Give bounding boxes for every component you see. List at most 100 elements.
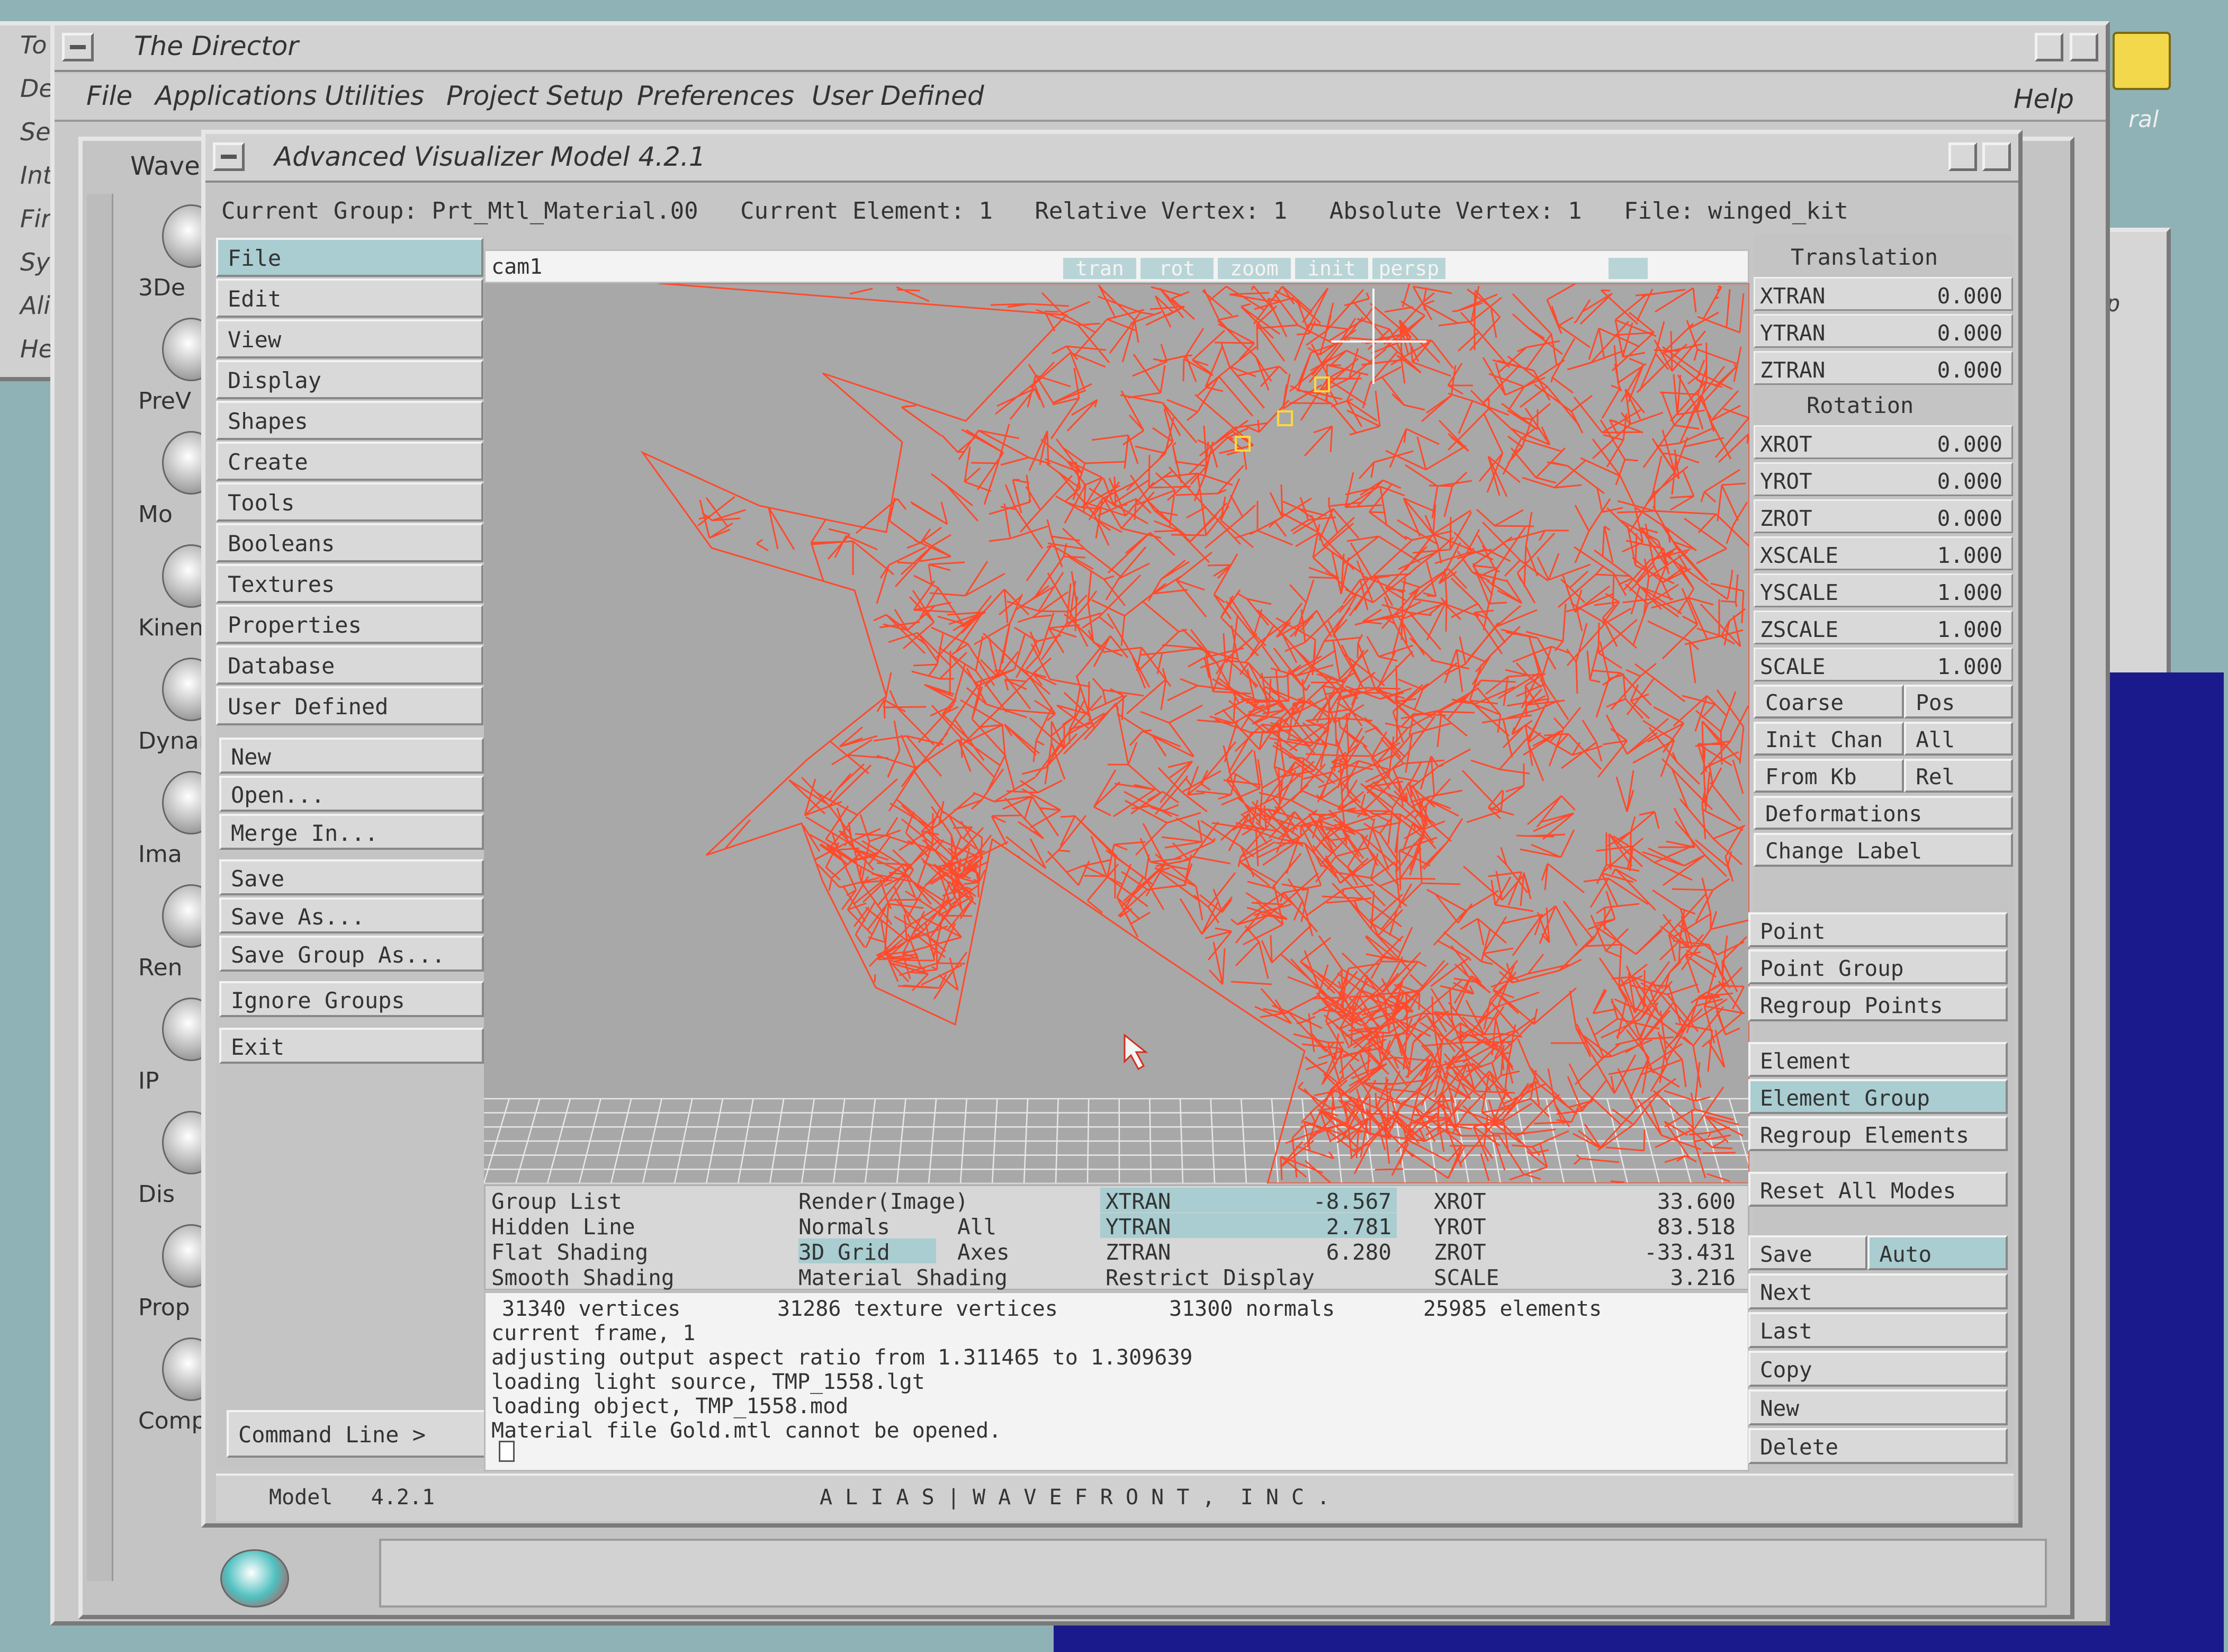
left-window-item[interactable]: Ali — [20, 291, 50, 320]
left-window-item[interactable]: Se — [20, 118, 51, 146]
view-value[interactable]: 6.280 — [1243, 1238, 1391, 1263]
mode-reset-all-modes[interactable]: Reset All Modes — [1748, 1172, 2008, 1207]
left-menu-textures[interactable]: Textures — [216, 564, 483, 603]
window-menu-button[interactable] — [62, 33, 94, 61]
transform-value[interactable]: 0.000 — [1859, 430, 2002, 455]
action-copy[interactable]: Copy — [1748, 1351, 2008, 1387]
display-option-material-shading[interactable]: Material Shading — [798, 1264, 1008, 1289]
menu-file[interactable]: File — [86, 80, 132, 111]
avm-window-menu-button[interactable] — [213, 142, 245, 171]
view-value[interactable]: -8.567 — [1243, 1188, 1391, 1213]
minimize-button[interactable] — [2035, 33, 2063, 61]
view-field-scale[interactable]: SCALE — [1434, 1264, 1499, 1289]
view-field-restrict-display[interactable]: Restrict Display — [1100, 1264, 1397, 1289]
auto-button[interactable]: Auto — [1867, 1235, 2008, 1270]
view-field-xrot[interactable]: XROT — [1434, 1188, 1486, 1213]
camera-tab-rot[interactable]: rot — [1140, 258, 1214, 279]
mode-regroup-points[interactable]: Regroup Points — [1748, 986, 2008, 1021]
transform-value[interactable]: 1.000 — [1859, 653, 2002, 678]
left-menu-booleans[interactable]: Booleans — [216, 523, 483, 562]
transform-value[interactable]: 0.000 — [1859, 319, 2002, 344]
file-menu-new[interactable]: New — [219, 738, 484, 774]
coarse-button[interactable]: Coarse — [1754, 685, 1904, 719]
menu-help[interactable]: Help — [2014, 84, 2074, 114]
file-menu-save[interactable]: Save — [219, 859, 484, 895]
display-option-group-list[interactable]: Group List — [491, 1188, 622, 1213]
mode-regroup-elements[interactable]: Regroup Elements — [1748, 1116, 2008, 1151]
left-window-item[interactable]: De — [20, 74, 54, 103]
command-line-button[interactable]: Command Line > — [227, 1410, 486, 1458]
viewport[interactable] — [484, 283, 1749, 1183]
action-last[interactable]: Last — [1748, 1312, 2008, 1348]
view-value[interactable]: 83.518 — [1550, 1213, 1736, 1238]
from-kb-button[interactable]: From Kb — [1754, 759, 1904, 793]
left-menu-tools[interactable]: Tools — [216, 482, 483, 522]
maximize-button[interactable] — [2070, 33, 2098, 61]
mode-point-group[interactable]: Point Group — [1748, 949, 2008, 984]
mode-point[interactable]: Point — [1748, 912, 2008, 947]
file-menu-ignore-groups[interactable]: Ignore Groups — [219, 981, 484, 1017]
avm-maximize-button[interactable] — [1982, 142, 2011, 171]
view-value[interactable]: 3.216 — [1550, 1264, 1736, 1289]
left-menu-view[interactable]: View — [216, 319, 483, 358]
left-menu-file[interactable]: File — [216, 238, 483, 277]
view-field-zrot[interactable]: ZROT — [1434, 1238, 1486, 1263]
display-option-axes[interactable]: Axes — [957, 1238, 1010, 1263]
left-window-item[interactable]: Fir — [20, 204, 51, 233]
menu-preferences[interactable]: Preferences — [637, 80, 794, 111]
menu-project-setup[interactable]: Project Setup — [446, 80, 623, 111]
left-menu-properties[interactable]: Properties — [216, 605, 483, 644]
pos-button[interactable]: Pos — [1904, 685, 2013, 719]
display-option-3d-grid[interactable]: 3D Grid — [798, 1238, 936, 1263]
camera-layout-tab[interactable] — [1609, 258, 1648, 279]
init-all-button[interactable]: All — [1904, 722, 2013, 756]
camera-tab-tran[interactable]: tran — [1063, 258, 1136, 279]
action-new[interactable]: New — [1748, 1389, 2008, 1425]
display-option-render-image[interactable]: Render(Image) — [798, 1188, 968, 1213]
menu-applications[interactable]: Applications — [155, 80, 317, 111]
avm-titlebar[interactable]: Advanced Visualizer Model 4.2.1 — [205, 134, 2018, 183]
mode-element[interactable]: Element — [1748, 1042, 2008, 1077]
left-menu-create[interactable]: Create — [216, 442, 483, 481]
menu-utilities[interactable]: Utilities — [325, 80, 424, 111]
change-label-button[interactable]: Change Label — [1754, 833, 2013, 867]
left-menu-edit[interactable]: Edit — [216, 279, 483, 318]
init-chan-button[interactable]: Init Chan — [1754, 722, 1904, 756]
view-value[interactable]: -33.431 — [1550, 1238, 1736, 1263]
action-next[interactable]: Next — [1748, 1273, 2008, 1309]
file-menu-save-group-as[interactable]: Save Group As... — [219, 936, 484, 972]
from-kb-rel-button[interactable]: Rel — [1904, 759, 2013, 793]
view-value[interactable]: 33.600 — [1550, 1188, 1736, 1213]
file-menu-save-as[interactable]: Save As... — [219, 897, 484, 933]
deformations-button[interactable]: Deformations — [1754, 796, 2013, 830]
transform-value[interactable]: 1.000 — [1859, 579, 2002, 604]
transform-value[interactable]: 0.000 — [1859, 282, 2002, 307]
command-input[interactable] — [499, 1441, 515, 1462]
menu-user-defined[interactable]: User Defined — [812, 80, 984, 111]
camera-tab-persp[interactable]: persp — [1372, 258, 1445, 279]
display-option-hidden-line[interactable]: Hidden Line — [491, 1213, 635, 1238]
transform-value[interactable]: 1.000 — [1859, 542, 2002, 567]
file-menu-open[interactable]: Open... — [219, 776, 484, 812]
display-option-all[interactable]: All — [957, 1213, 996, 1238]
avm-minimize-button[interactable] — [1948, 142, 1977, 171]
left-window-item[interactable]: Int — [20, 161, 52, 190]
left-menu-database[interactable]: Database — [216, 645, 483, 685]
file-menu-merge-in[interactable]: Merge In... — [219, 814, 484, 850]
left-menu-user-defined[interactable]: User Defined — [216, 686, 483, 725]
left-menu-display[interactable]: Display — [216, 360, 483, 399]
display-option-normals[interactable]: Normals — [798, 1213, 890, 1238]
display-option-flat-shading[interactable]: Flat Shading — [491, 1238, 648, 1263]
left-window-item[interactable]: He — [20, 335, 53, 363]
transform-value[interactable]: 0.000 — [1859, 356, 2002, 381]
toolbox-app-icon[interactable] — [220, 1549, 289, 1608]
toolbox-scrollbar[interactable] — [87, 194, 113, 1581]
view-value[interactable]: 2.781 — [1243, 1213, 1391, 1238]
save-button[interactable]: Save — [1748, 1235, 1868, 1270]
left-window-item[interactable]: To — [20, 31, 47, 59]
camera-tab-init[interactable]: init — [1295, 258, 1368, 279]
transform-value[interactable]: 0.000 — [1859, 505, 2002, 529]
director-titlebar[interactable]: The Director — [55, 25, 2106, 72]
file-menu-exit[interactable]: Exit — [219, 1028, 484, 1064]
transform-value[interactable]: 0.000 — [1859, 468, 2002, 492]
